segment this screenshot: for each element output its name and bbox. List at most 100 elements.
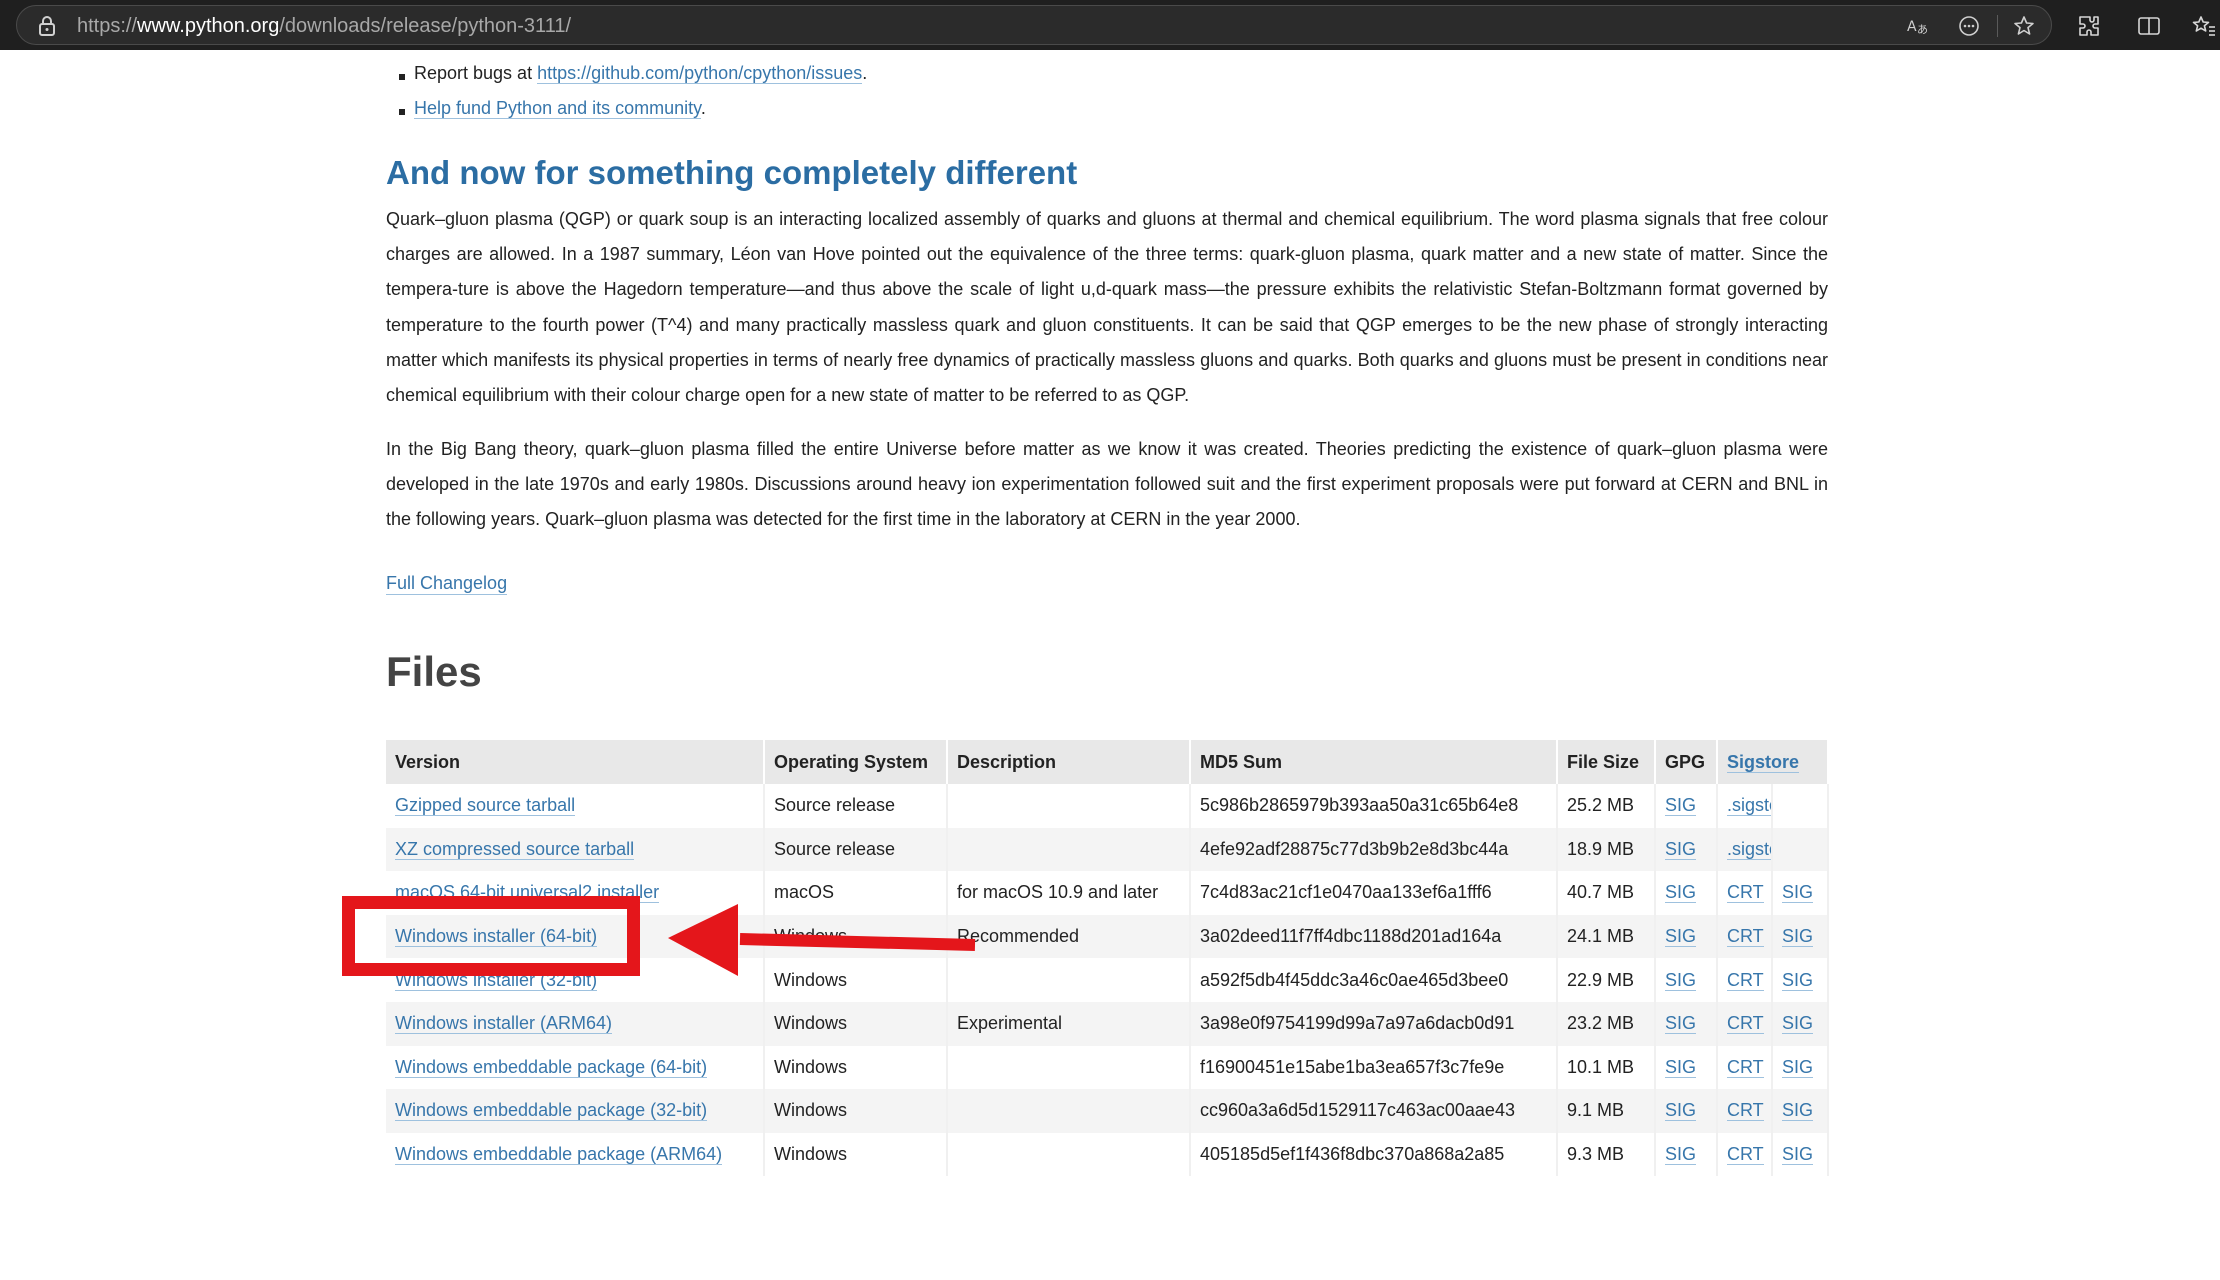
md5-cell-cell: 405185d5ef1f436f8dbc370a868a2a85 <box>1190 1132 1558 1177</box>
url-host: www.python.org <box>137 15 280 37</box>
file-version-link[interactable]: Windows embeddable package (32-bit) <box>395 1100 708 1122</box>
gpg-sig-link[interactable]: SIG <box>1665 795 1697 817</box>
sigstore-sig-link[interactable]: SIG <box>1782 1056 1814 1078</box>
md5-cell-cell: 3a02deed11f7ff4dbc1188d201ad164a <box>1190 914 1558 959</box>
file-size-cell-cell: 22.9 MB <box>1557 958 1656 1002</box>
sigstore-link[interactable]: CRT <box>1727 1056 1764 1078</box>
md5-cell: f16900451e15abe1ba3ea657f3c7fe9e <box>1200 1056 1505 1077</box>
help-fund-link[interactable]: Help fund Python and its community <box>414 98 701 119</box>
os-cell: Windows <box>774 1056 848 1077</box>
url-path: /downloads/release/python-3111/ <box>279 15 572 37</box>
sigstore-link[interactable]: .sigstore <box>1727 838 1770 860</box>
gpg-sig-link[interactable]: SIG <box>1665 969 1697 991</box>
file-version-cell: Windows embeddable package (ARM64) <box>386 1132 765 1177</box>
col-sigstore: Sigstore <box>1717 740 1829 784</box>
gpg-sig-link[interactable]: SIG <box>1665 926 1697 948</box>
sigstore-sig-link[interactable]: SIG <box>1782 1013 1814 1035</box>
lock-icon[interactable] <box>37 15 57 37</box>
os-cell-cell: Source release <box>764 827 948 872</box>
os-cell-cell: Windows <box>764 1132 948 1177</box>
gpg-sig-cell: SIG <box>1655 784 1718 828</box>
description-cell-cell: Experimental <box>947 1001 1191 1046</box>
md5-cell: a592f5db4f45ddc3a46c0ae465d3bee0 <box>1200 969 1509 990</box>
url-text[interactable]: https://www.python.org/downloads/release… <box>77 15 571 37</box>
sigstore-sig-link[interactable]: SIG <box>1782 882 1814 904</box>
sigstore-link[interactable]: CRT <box>1727 969 1764 991</box>
sigstore-sig-link[interactable]: SIG <box>1782 926 1814 948</box>
sigstore-link[interactable]: CRT <box>1727 1100 1764 1122</box>
col-os: Operating System <box>764 740 948 784</box>
table-header-row: Version Operating System Description MD5… <box>386 740 1829 784</box>
sigstore-sig-link[interactable]: SIG <box>1782 1100 1814 1122</box>
gpg-sig-link[interactable]: SIG <box>1665 838 1697 860</box>
report-bugs-link[interactable]: https://github.com/python/cpython/issues <box>537 63 863 84</box>
split-screen-icon[interactable] <box>2136 13 2162 39</box>
file-version-cell: Windows embeddable package (32-bit) <box>386 1089 765 1133</box>
sigstore-link[interactable]: CRT <box>1727 882 1764 904</box>
section-heading: And now for something completely differe… <box>386 154 1078 191</box>
file-size-cell: 25.2 MB <box>1567 795 1635 816</box>
sigstore-link[interactable]: CRT <box>1727 926 1764 948</box>
file-size-cell: 24.1 MB <box>1567 926 1635 947</box>
file-size-cell-cell: 9.3 MB <box>1557 1132 1656 1177</box>
table-row: XZ compressed source tarball Source relea… <box>386 827 1829 872</box>
sigstore-link[interactable]: CRT <box>1727 1144 1764 1166</box>
file-size-cell: 10.1 MB <box>1567 1056 1635 1077</box>
sigstore-sig-cell: SIG <box>1772 914 1829 959</box>
file-size-cell-cell: 9.1 MB <box>1557 1089 1656 1133</box>
gpg-sig-link[interactable]: SIG <box>1665 1100 1697 1122</box>
address-bar[interactable]: https://www.python.org/downloads/release… <box>16 5 2052 45</box>
extensions-icon[interactable] <box>2076 13 2102 39</box>
qgp-paragraph-2: In the Big Bang theory, quark–gluon plas… <box>386 439 1828 530</box>
full-changelog-link[interactable]: Full Changelog <box>386 573 508 595</box>
sigstore-link[interactable]: .sigstore <box>1727 795 1770 817</box>
more-tools-icon[interactable] <box>1957 14 1981 38</box>
col-description: Description <box>947 740 1191 784</box>
sigstore-cell: CRT <box>1717 958 1773 1002</box>
file-version-link[interactable]: Windows embeddable package (ARM64) <box>395 1144 723 1166</box>
sigstore-sig-cell: SIG <box>1772 1045 1829 1090</box>
file-size-cell-cell: 18.9 MB <box>1557 827 1656 872</box>
file-size-cell: 18.9 MB <box>1567 838 1635 859</box>
file-version-link[interactable]: Gzipped source tarball <box>395 795 576 817</box>
sigstore-sig-link[interactable]: SIG <box>1782 1144 1814 1166</box>
sigstore-cell: CRT <box>1717 1089 1773 1133</box>
col-md5: MD5 Sum <box>1190 740 1558 784</box>
sigstore-cell: CRT <box>1717 871 1773 915</box>
sigstore-sig-link[interactable]: SIG <box>1782 969 1814 991</box>
os-cell-cell: Windows <box>764 1001 948 1046</box>
file-version-cell: Windows installer (ARM64) <box>386 1001 765 1046</box>
md5-cell: 405185d5ef1f436f8dbc370a868a2a85 <box>1200 1144 1505 1165</box>
file-version-cell: XZ compressed source tarball <box>386 827 765 872</box>
file-version-link[interactable]: XZ compressed source tarball <box>395 838 635 860</box>
os-cell: Windows <box>774 1144 848 1165</box>
description-cell: for macOS 10.9 and later <box>957 882 1159 903</box>
md5-cell-cell: f16900451e15abe1ba3ea657f3c7fe9e <box>1190 1045 1558 1090</box>
favorite-star-icon[interactable] <box>2012 14 2036 38</box>
gpg-sig-link[interactable]: SIG <box>1665 1144 1697 1166</box>
gpg-sig-link[interactable]: SIG <box>1665 882 1697 904</box>
sigstore-link[interactable]: Sigstore <box>1727 751 1800 773</box>
os-cell: Source release <box>774 838 896 859</box>
description-cell-cell <box>947 958 1191 1002</box>
sigstore-cell: CRT <box>1717 1132 1773 1177</box>
file-size-cell-cell: 40.7 MB <box>1557 871 1656 915</box>
gpg-sig-link[interactable]: SIG <box>1665 1013 1697 1035</box>
table-row: Windows embeddable package (64-bit) Windo… <box>386 1045 1829 1090</box>
gpg-sig-cell: SIG <box>1655 958 1718 1002</box>
gpg-sig-cell: SIG <box>1655 914 1718 959</box>
sigstore-link[interactable]: CRT <box>1727 1013 1764 1035</box>
file-size-cell: 40.7 MB <box>1567 882 1635 903</box>
gpg-sig-link[interactable]: SIG <box>1665 1056 1697 1078</box>
file-version-cell: Gzipped source tarball <box>386 784 765 828</box>
table-row: Windows embeddable package (ARM64) Window… <box>386 1132 1829 1177</box>
file-version-cell: Windows embeddable package (64-bit) <box>386 1045 765 1090</box>
read-aloud-icon[interactable]: Aあ <box>1905 14 1929 38</box>
file-size-cell-cell: 24.1 MB <box>1557 914 1656 959</box>
file-version-link[interactable]: Windows embeddable package (64-bit) <box>395 1056 708 1078</box>
favorites-icon[interactable] <box>2190 13 2216 39</box>
address-bar-divider <box>1997 15 1998 37</box>
gpg-sig-cell: SIG <box>1655 1132 1718 1177</box>
file-version-link[interactable]: Windows installer (ARM64) <box>395 1013 613 1035</box>
md5-cell-cell: a592f5db4f45ddc3a46c0ae465d3bee0 <box>1190 958 1558 1002</box>
